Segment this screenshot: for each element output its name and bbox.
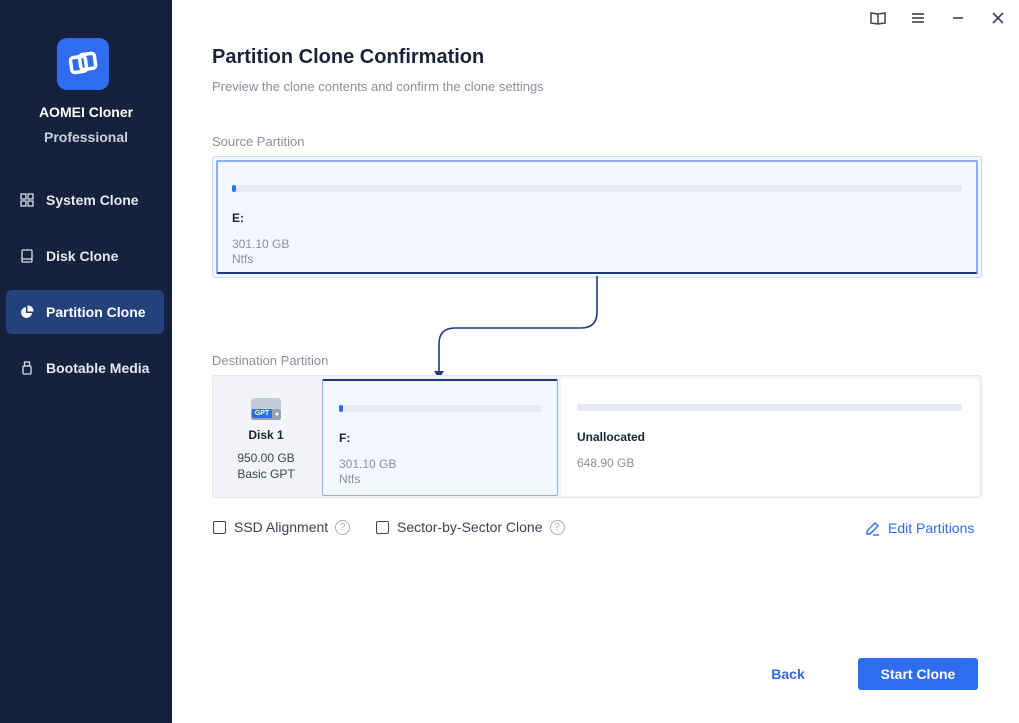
sidebar-item-label: System Clone	[46, 192, 139, 208]
start-clone-button[interactable]: Start Clone	[858, 658, 978, 690]
grid-icon	[19, 192, 35, 208]
app-name: AOMEI Cloner	[38, 104, 134, 120]
sector-by-sector-label: Sector-by-Sector Clone	[397, 519, 543, 535]
source-usage-fill	[232, 185, 237, 192]
unallocated-bar	[577, 404, 962, 411]
source-drive-letter: E:	[232, 211, 244, 225]
sector-by-sector-checkbox[interactable]	[376, 520, 389, 534]
sidebar-item-system-clone[interactable]: System Clone	[6, 178, 164, 222]
unallocated-label: Unallocated	[577, 430, 646, 444]
unallocated-space-card[interactable]: Unallocated 648.90 GB	[561, 379, 979, 496]
destination-drive-letter: F:	[339, 431, 351, 445]
sidebar-item-disk-clone[interactable]: Disk Clone	[6, 234, 164, 278]
destination-partition-card[interactable]: F: 301.10 GB Ntfs	[322, 379, 558, 496]
ssd-alignment-option[interactable]: SSD Alignment ?	[213, 519, 351, 535]
pencil-icon	[864, 520, 880, 536]
page-title: Partition Clone Confirmation	[212, 46, 485, 68]
destination-disk-info[interactable]: GPT Disk 1 950.00 GB Basic GPT	[213, 376, 319, 497]
destination-partition-label: Destination Partition	[212, 353, 329, 368]
sidebar-item-label: Partition Clone	[46, 304, 146, 320]
ssd-alignment-label: SSD Alignment	[234, 519, 329, 535]
unallocated-size: 648.90 GB	[577, 456, 635, 470]
disk-type: Basic GPT	[237, 467, 295, 481]
pie-chart-icon	[19, 304, 35, 320]
disk-size: 950.00 GB	[237, 451, 295, 465]
source-usage-bar	[232, 185, 962, 192]
source-partition-card[interactable]: E: 301.10 GB Ntfs	[212, 156, 982, 278]
sidebar: AOMEI Cloner Professional System Clone D…	[0, 0, 172, 723]
help-icon[interactable]: ?	[335, 519, 351, 535]
edit-partitions-link[interactable]: Edit Partitions	[864, 520, 974, 536]
minimize-icon[interactable]	[947, 8, 969, 28]
source-filesystem: Ntfs	[232, 252, 254, 266]
book-icon[interactable]	[867, 8, 889, 28]
destination-usage-fill	[339, 405, 344, 412]
disk-name: Disk 1	[248, 428, 284, 442]
app-edition: Professional	[43, 129, 129, 145]
disk-icon	[19, 248, 35, 264]
edit-partitions-label: Edit Partitions	[888, 520, 975, 536]
page-subtitle: Preview the clone contents and confirm t…	[212, 79, 544, 94]
back-button[interactable]: Back	[758, 658, 818, 690]
help-icon[interactable]: ?	[549, 519, 565, 535]
source-size: 301.10 GB	[232, 237, 290, 251]
sidebar-item-partition-clone[interactable]: Partition Clone	[6, 290, 164, 334]
source-partition-label: Source Partition	[212, 134, 305, 149]
close-icon[interactable]	[987, 8, 1009, 28]
destination-filesystem: Ntfs	[339, 472, 361, 486]
clone-direction-arrow	[434, 276, 598, 379]
sidebar-item-label: Disk Clone	[46, 248, 119, 264]
app-logo-icon	[57, 38, 109, 90]
gpt-badge: GPT	[254, 410, 270, 417]
sidebar-item-bootable-media[interactable]: Bootable Media	[6, 346, 164, 390]
destination-usage-bar	[339, 405, 541, 412]
usb-drive-icon	[19, 360, 35, 376]
ssd-alignment-checkbox[interactable]	[213, 520, 226, 534]
sector-by-sector-option[interactable]: Sector-by-Sector Clone ?	[376, 519, 565, 535]
hard-disk-icon	[251, 398, 281, 420]
source-partition-inner: E: 301.10 GB Ntfs	[216, 160, 978, 274]
destination-size: 301.10 GB	[339, 457, 397, 471]
menu-icon[interactable]	[907, 8, 929, 28]
destination-disk-row: GPT Disk 1 950.00 GB Basic GPT F: 301.10…	[212, 375, 982, 498]
sidebar-item-label: Bootable Media	[46, 360, 150, 376]
